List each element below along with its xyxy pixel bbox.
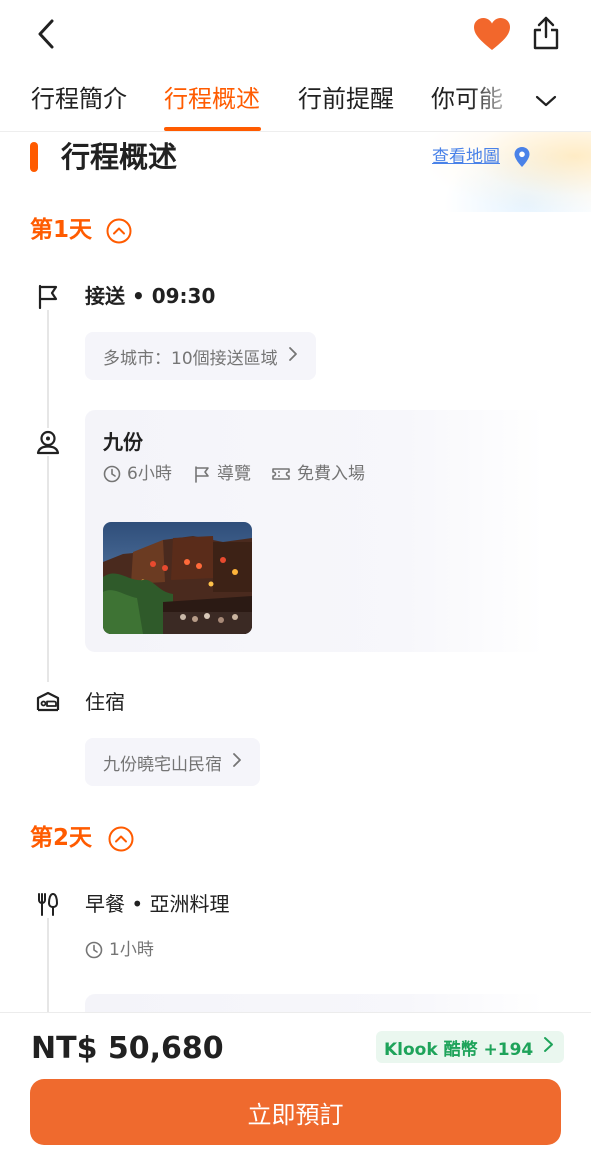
bottom-booking-bar: NT$ 50,680 Klook 酷幣 +194 立即預訂 bbox=[0, 1012, 591, 1158]
flag-icon bbox=[195, 466, 209, 483]
ticket-text: 免費入場 bbox=[297, 464, 365, 484]
top-bar bbox=[0, 0, 591, 70]
tab-fade bbox=[470, 70, 530, 130]
back-button[interactable] bbox=[30, 14, 62, 54]
chevron-right-icon bbox=[543, 1036, 554, 1058]
attraction-card[interactable]: 九份 6小時 導覽 免費入場 bbox=[85, 410, 545, 652]
accommodation-title: 住宿 bbox=[85, 690, 125, 714]
share-icon bbox=[533, 16, 559, 50]
timeline-node bbox=[34, 890, 62, 918]
attraction-photo[interactable] bbox=[103, 522, 252, 634]
meal-title: 早餐 • 亞洲料理 bbox=[85, 892, 230, 916]
ticket-meta: 免費入場 bbox=[271, 462, 365, 486]
section-title: 行程概述 bbox=[61, 140, 178, 174]
favorite-button[interactable] bbox=[470, 13, 514, 55]
timeline-line bbox=[47, 310, 49, 682]
active-tab-indicator bbox=[164, 127, 261, 131]
section-accent-bar bbox=[30, 142, 38, 172]
clock-icon bbox=[85, 941, 103, 959]
accommodation-name: 九份曉宅山民宿 bbox=[103, 754, 222, 775]
pickup-title: 接送 • 09:30 bbox=[85, 284, 216, 308]
tab-reminders[interactable]: 行前提醒 bbox=[298, 82, 394, 122]
tab-overview[interactable]: 行程簡介 bbox=[31, 82, 127, 122]
guide-text: 導覽 bbox=[217, 464, 251, 484]
chevron-down-icon bbox=[535, 95, 557, 107]
klook-coins-button[interactable]: Klook 酷幣 +194 bbox=[376, 1031, 565, 1063]
heart-filled-icon bbox=[474, 18, 510, 50]
duration-text: 6小時 bbox=[127, 464, 172, 484]
duration-meta: 6小時 bbox=[103, 462, 172, 486]
chevron-left-icon bbox=[38, 19, 54, 49]
flag-icon bbox=[38, 284, 58, 309]
attraction-title: 九份 bbox=[103, 430, 143, 454]
guide-meta: 導覽 bbox=[193, 462, 251, 486]
ticket-icon bbox=[272, 468, 290, 480]
collapse-day-2-icon[interactable] bbox=[108, 826, 134, 852]
chevron-right-icon bbox=[232, 752, 242, 773]
pickup-areas-label: 多城市：10個接送區域 bbox=[103, 348, 278, 369]
tab-itinerary[interactable]: 行程概述 bbox=[164, 82, 260, 122]
utensils-icon bbox=[38, 893, 58, 916]
timeline-line bbox=[47, 918, 49, 1018]
accommodation-button[interactable]: 九份曉宅山民宿 bbox=[85, 738, 260, 786]
meal-duration-text: 1小時 bbox=[109, 940, 154, 960]
day-2-label[interactable]: 第2天 bbox=[30, 822, 92, 854]
chevron-right-icon bbox=[288, 346, 298, 367]
tab-bar: 行程簡介 行程概述 行前提醒 你可能 bbox=[0, 70, 591, 132]
map-pin-icon[interactable] bbox=[513, 146, 531, 168]
clock-icon bbox=[103, 465, 121, 483]
book-now-button[interactable]: 立即預訂 bbox=[30, 1079, 561, 1145]
timeline-node bbox=[34, 428, 62, 456]
tabs-more-button[interactable] bbox=[528, 86, 564, 116]
pickup-areas-button[interactable]: 多城市：10個接送區域 bbox=[85, 332, 316, 380]
price-label: NT$ 50,680 bbox=[31, 1031, 224, 1066]
timeline-node bbox=[34, 282, 62, 310]
decorative-background bbox=[430, 132, 591, 212]
meal-duration-meta: 1小時 bbox=[85, 938, 154, 962]
timeline-node bbox=[34, 688, 62, 716]
location-pin-icon bbox=[36, 430, 60, 455]
bed-icon bbox=[36, 691, 60, 712]
collapse-day-1-icon[interactable] bbox=[106, 218, 132, 244]
share-button[interactable] bbox=[526, 11, 566, 55]
view-map-link[interactable]: 查看地圖 bbox=[432, 145, 500, 169]
klook-coins-text: Klook 酷幣 +194 bbox=[384, 1039, 534, 1060]
day-1-label[interactable]: 第1天 bbox=[30, 214, 92, 246]
